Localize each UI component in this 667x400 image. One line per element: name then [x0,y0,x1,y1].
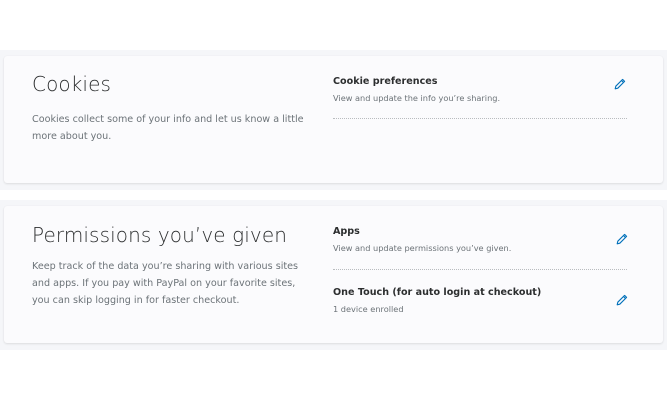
cookie-preferences-title: Cookie preferences [333,76,438,87]
permissions-description: Keep track of the data you’re sharing wi… [32,261,299,306]
permissions-title: Permissions you’ve given [32,223,288,247]
cookies-title: Cookies [32,72,112,96]
apps-title: Apps [333,226,360,237]
one-touch-subtitle: 1 device enrolled [333,304,404,314]
privacy-settings-page: Cookies Cookies collect some of your inf… [0,0,667,400]
cookie-preferences-item[interactable]: Cookie preferences View and update the i… [333,76,627,103]
one-touch-item[interactable]: One Touch (for auto login at checkout) 1… [333,287,627,314]
cookies-card: Cookies Cookies collect some of your inf… [4,56,663,183]
pencil-icon[interactable] [615,232,629,246]
cookies-divider [333,118,627,119]
one-touch-title: One Touch (for auto login at checkout) [333,287,542,298]
pencil-icon[interactable] [613,77,627,91]
apps-item[interactable]: Apps View and update permissions you’ve … [333,226,627,253]
apps-subtitle: View and update permissions you’ve given… [333,243,512,253]
cookies-description: Cookies collect some of your info and le… [32,114,304,142]
pencil-icon[interactable] [615,293,629,307]
permissions-divider [333,269,627,270]
cookie-preferences-subtitle: View and update the info you’re sharing. [333,93,501,103]
permissions-card: Permissions you’ve given Keep track of t… [4,206,663,343]
